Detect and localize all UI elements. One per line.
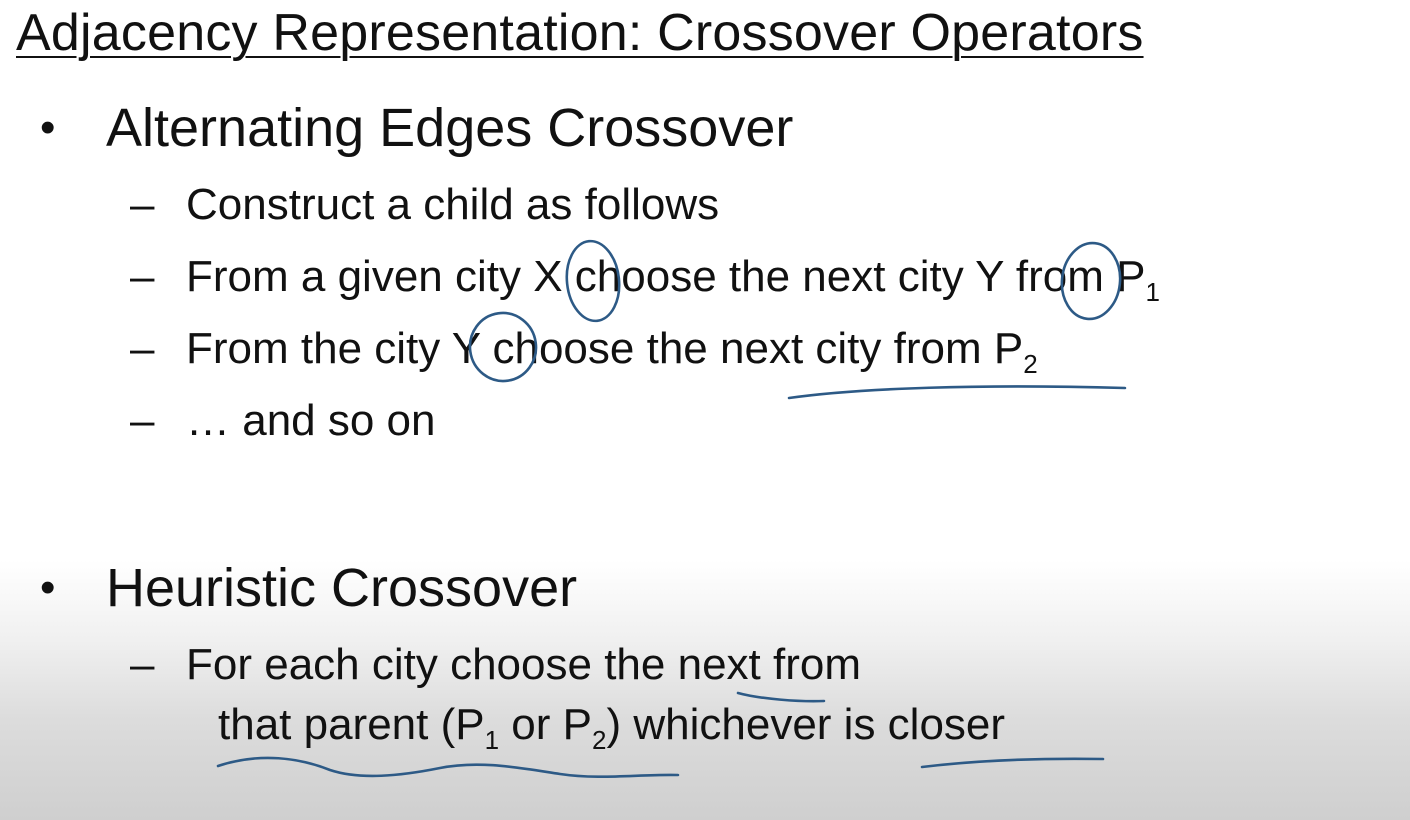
slide: Adjacency Representation: Crossover Oper… [0, 0, 1410, 820]
dash-marker: – [130, 252, 155, 301]
text-segment: For each city choose the [186, 640, 678, 689]
sub-item-text: … and so on [186, 396, 436, 445]
circled-y: Y [451, 324, 481, 373]
underline-next-city-annotation [787, 385, 1127, 400]
subscript-1: 1 [1145, 277, 1160, 307]
text-segment: choose the next city [562, 252, 976, 301]
underline-that-parent-annotation [216, 756, 680, 778]
subscript-1: 1 [484, 725, 500, 755]
text-segment: from [760, 640, 861, 689]
circled-y: Y [975, 252, 1004, 301]
dash-marker: – [130, 396, 155, 445]
underlined-phrase: next city from P [720, 324, 1024, 373]
bullet-marker: • [40, 563, 56, 612]
sub-item-and-so-on: … and so on [186, 396, 436, 446]
underline-is-closer-annotation [920, 757, 1105, 769]
sub-item-from-given-city: From a given city X choose the next city… [186, 252, 1160, 305]
dash-marker: – [130, 640, 155, 689]
bullet-marker: • [40, 103, 56, 152]
sub-item-continuation: that parent (P1 or P2) whichever is clos… [218, 700, 1006, 753]
sub-item-construct: Construct a child as follows [186, 180, 719, 230]
text-segment: or P [499, 700, 592, 749]
subscript-2: 2 [592, 725, 607, 755]
text-segment: from P [1003, 252, 1146, 301]
sub-item-for-each-city: For each city choose the next from [186, 640, 861, 690]
text-segment: From the city [186, 324, 452, 373]
bullet-heuristic-crossover: Heuristic Crossover [106, 558, 578, 618]
dash-marker: – [130, 324, 155, 373]
text-segment: that parent (P [218, 700, 485, 749]
text-segment: From a given city [186, 252, 534, 301]
slide-title: Adjacency Representation: Crossover Oper… [16, 4, 1144, 62]
sub-item-from-the-city: From the city Y choose the next city fro… [186, 324, 1038, 377]
text-segment: whichever [621, 700, 844, 749]
underlined-next: next [677, 640, 761, 689]
text-segment: choose the [480, 324, 720, 373]
dash-marker: – [130, 180, 155, 229]
text-segment: ) [606, 700, 622, 749]
sub-item-text: Construct a child as follows [186, 180, 720, 229]
bullet-alternating-edges: Alternating Edges Crossover [106, 98, 794, 158]
underlined-is-closer: is closer [843, 700, 1006, 749]
circled-x: X [533, 252, 563, 301]
subscript-2: 2 [1023, 349, 1038, 379]
